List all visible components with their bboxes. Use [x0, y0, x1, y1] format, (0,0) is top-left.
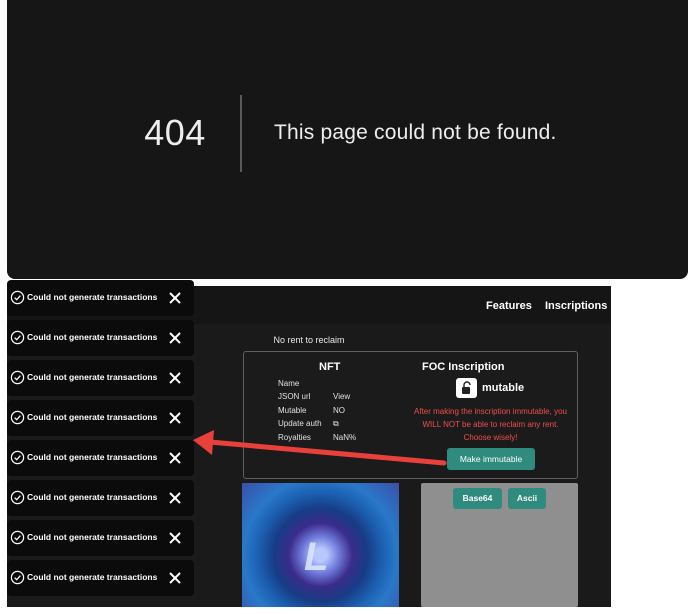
inscription-status: mutable	[482, 382, 525, 394]
tab-base64[interactable]: Base64	[453, 488, 502, 509]
close-icon[interactable]	[168, 491, 182, 505]
error-toast: Could not generate transactions	[7, 280, 194, 316]
toast-message: Could not generate transactions	[27, 532, 158, 542]
not-found-panel: 404 This page could not be found.	[7, 0, 688, 279]
nft-image: L	[242, 483, 399, 607]
error-code: 404	[144, 112, 206, 153]
toast-message: Could not generate transactions	[27, 332, 158, 342]
toast-message: Could not generate transactions	[27, 372, 158, 382]
error-toast: Could not generate transactions	[7, 400, 194, 436]
nft-card: NFT Name JSON url View Mutable NO Update…	[243, 351, 578, 479]
nft-json-url-label: JSON url	[278, 392, 311, 401]
close-icon[interactable]	[168, 571, 182, 585]
close-icon[interactable]	[168, 411, 182, 425]
error-toast: Could not generate transactions	[7, 440, 194, 476]
toast-message: Could not generate transactions	[27, 572, 158, 582]
toast-message: Could not generate transactions	[27, 452, 158, 462]
nav-inscriptions-link[interactable]: Inscriptions	[545, 300, 607, 312]
toast-message: Could not generate transactions	[27, 412, 158, 422]
nft-title: NFT	[319, 361, 341, 373]
toast-message: Could not generate transactions	[27, 292, 158, 302]
nft-royalties-value: NaN%	[333, 433, 357, 442]
make-immutable-button[interactable]: Make immutable	[447, 448, 535, 470]
check-circle-icon	[10, 330, 25, 345]
check-circle-icon	[10, 410, 25, 425]
check-circle-icon	[10, 530, 25, 545]
check-circle-icon	[10, 290, 25, 305]
foc-inscription-title: FOC Inscription	[422, 361, 505, 373]
error-divider	[240, 95, 242, 172]
error-toast: Could not generate transactions	[7, 360, 194, 396]
toast-message: Could not generate transactions	[27, 492, 158, 502]
error-message: This page could not be found.	[274, 121, 557, 144]
inscription-preview-panel: Base64 Ascii	[421, 483, 578, 607]
tab-ascii[interactable]: Ascii	[508, 488, 546, 509]
copy-icon[interactable]: ⧉	[333, 419, 339, 429]
error-toast: Could not generate transactions	[7, 560, 194, 596]
close-icon[interactable]	[168, 371, 182, 385]
nft-json-url-link[interactable]: View	[333, 392, 350, 401]
nav-features-link[interactable]: Features	[486, 300, 532, 312]
close-icon[interactable]	[168, 451, 182, 465]
nft-mutable-value: NO	[333, 406, 345, 415]
nft-mutable-label: Mutable	[278, 406, 307, 415]
check-circle-icon	[10, 370, 25, 385]
check-circle-icon	[10, 570, 25, 585]
immutable-warning: After making the inscription immutable, …	[414, 407, 567, 442]
nft-royalties-label: Royalties	[278, 433, 311, 442]
nft-image-logo: L	[304, 535, 329, 579]
close-icon[interactable]	[168, 291, 182, 305]
error-toast: Could not generate transactions	[7, 320, 194, 356]
unlocked-padlock-icon	[456, 378, 477, 398]
close-icon[interactable]	[168, 331, 182, 345]
close-icon[interactable]	[168, 531, 182, 545]
check-circle-icon	[10, 490, 25, 505]
check-circle-icon	[10, 450, 25, 465]
nft-update-auth-label: Update auth	[278, 419, 322, 428]
nft-name-label: Name	[278, 379, 300, 388]
error-toast: Could not generate transactions	[7, 480, 194, 516]
error-toast: Could not generate transactions	[7, 520, 194, 556]
